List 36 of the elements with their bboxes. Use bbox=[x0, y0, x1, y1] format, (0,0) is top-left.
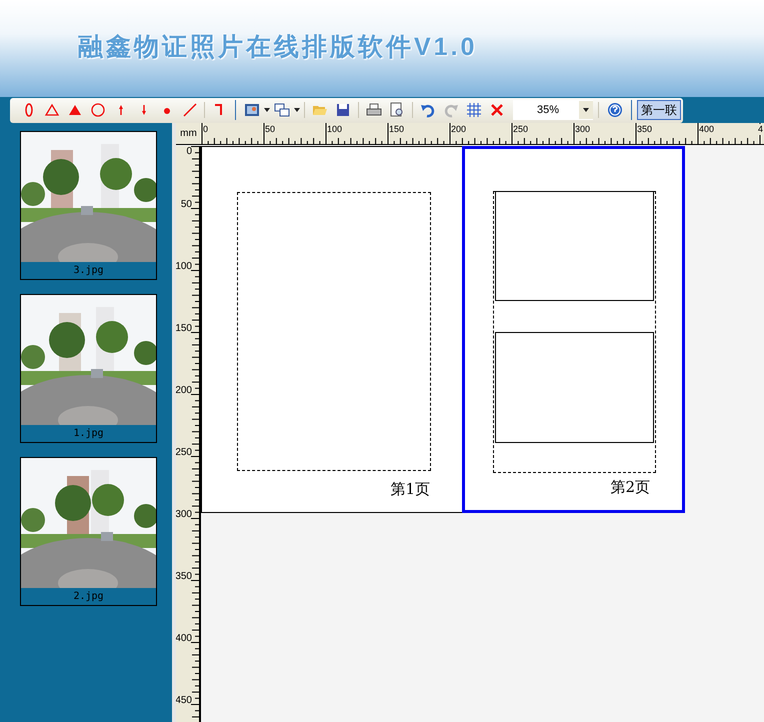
ruler-unit: mm bbox=[176, 123, 201, 145]
ruler-label: 300 bbox=[176, 509, 192, 520]
sheet-button[interactable]: 第一联 bbox=[637, 100, 681, 120]
thumbnail-card[interactable]: 1.jpg bbox=[20, 294, 157, 443]
ruler-label: 50 bbox=[180, 199, 192, 210]
ruler-label: 0 bbox=[186, 146, 192, 157]
ruler-label: 250 bbox=[513, 124, 528, 135]
zoom-select[interactable]: 35% bbox=[513, 100, 593, 120]
ruler-label: 200 bbox=[176, 385, 192, 396]
ruler-label: 350 bbox=[637, 124, 652, 135]
dropdown-caret-icon[interactable] bbox=[294, 108, 300, 112]
page-sheet[interactable]: 第2页 bbox=[462, 146, 685, 513]
ruler-label: 0 bbox=[203, 124, 208, 135]
thumbnail-caption: 2.jpg bbox=[72, 590, 105, 604]
ruler-label: 200 bbox=[451, 124, 466, 135]
ruler-label: 4 bbox=[758, 124, 764, 135]
zoom-value: 35% bbox=[536, 102, 560, 118]
ruler-label: 100 bbox=[327, 124, 342, 135]
thumbnail-card[interactable]: 2.jpg bbox=[20, 457, 157, 606]
dropdown-caret-icon[interactable] bbox=[583, 108, 589, 112]
ruler-label: 300 bbox=[575, 124, 590, 135]
app-title: 融鑫物证照片在线排版软件V1.0 bbox=[78, 32, 478, 63]
ruler-label: 100 bbox=[176, 261, 192, 272]
ruler-label: 250 bbox=[176, 447, 192, 458]
thumbnail-card[interactable]: 3.jpg bbox=[20, 131, 157, 280]
thumbnail-caption: 3.jpg bbox=[72, 264, 105, 278]
page-label: 第2页 bbox=[610, 479, 650, 496]
page-sheet[interactable]: 第1页 bbox=[201, 146, 462, 513]
ruler-label: 350 bbox=[176, 571, 192, 582]
page-label: 第1页 bbox=[390, 481, 430, 498]
ruler-label: 50 bbox=[265, 124, 276, 135]
thumbnail-caption: 1.jpg bbox=[72, 427, 105, 441]
ruler-label: 400 bbox=[699, 124, 714, 135]
ruler-label: 150 bbox=[176, 323, 192, 334]
ruler-label: 150 bbox=[389, 124, 404, 135]
dropdown-caret-icon[interactable] bbox=[264, 108, 270, 112]
